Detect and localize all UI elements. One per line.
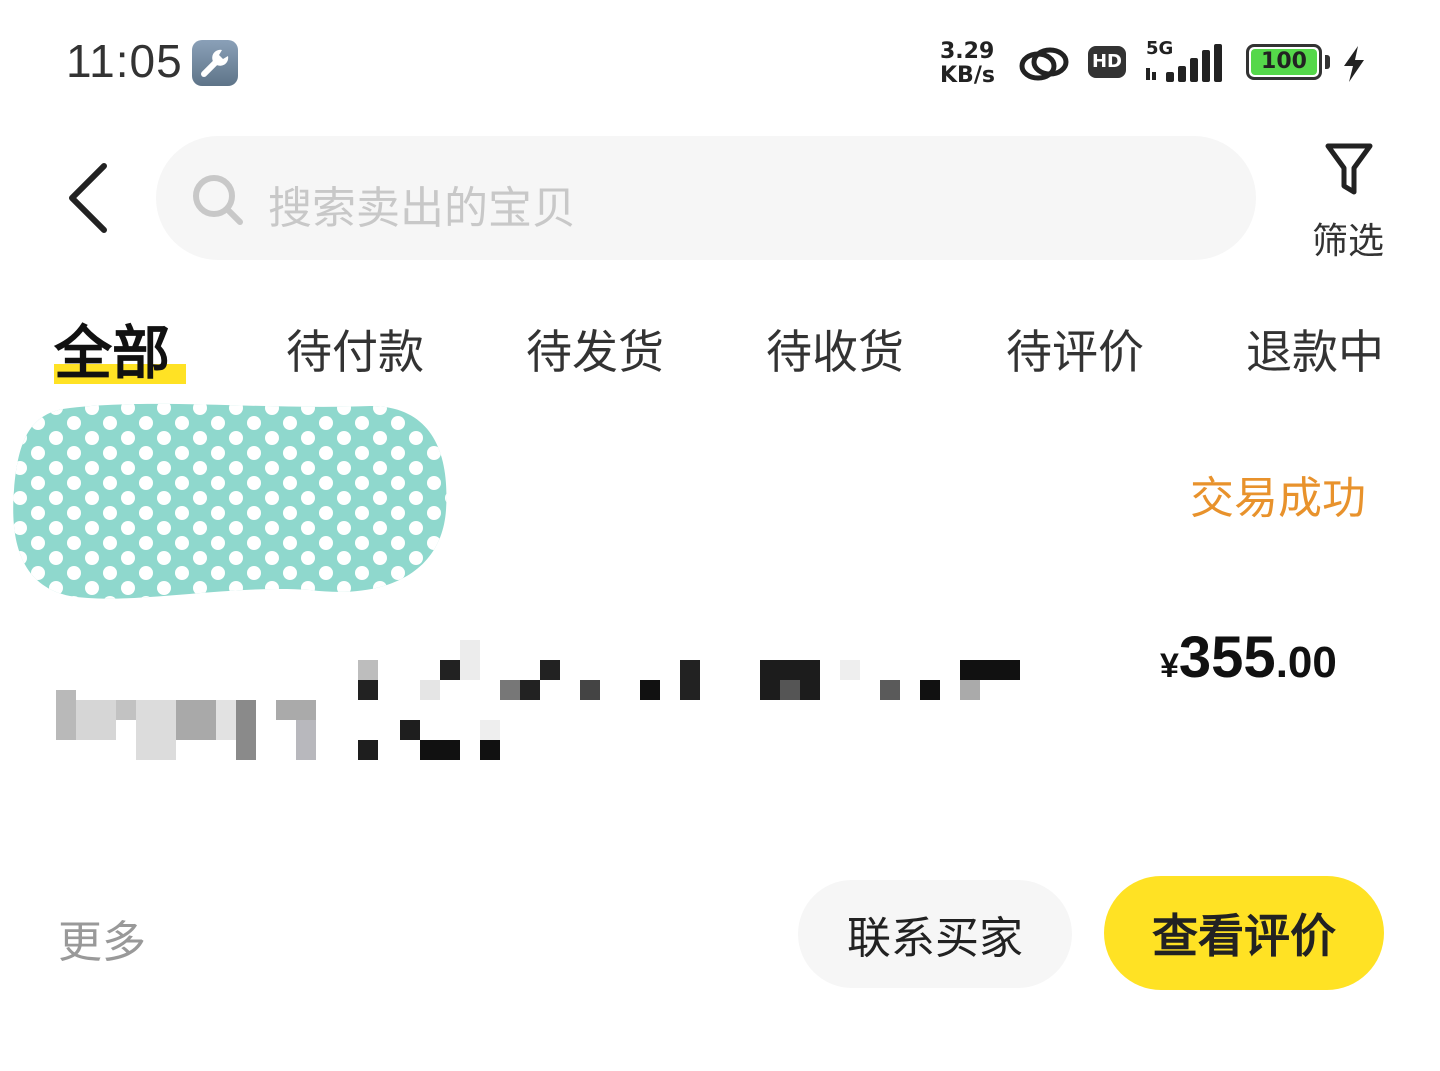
product-title[interactable] (358, 640, 1048, 760)
signal-icon (1146, 44, 1222, 82)
network-speed: 3.29 KB/s (940, 40, 1006, 88)
tab-pending-receipt[interactable]: 待收货 (766, 316, 904, 382)
tab-pending-shipment[interactable]: 待发货 (526, 316, 664, 382)
price-decimal: .00 (1275, 638, 1337, 687)
filter-icon[interactable] (1324, 142, 1374, 198)
redaction-mask (13, 403, 447, 599)
network-speed-unit: KB/s (940, 63, 995, 88)
view-review-button[interactable]: 查看评价 (1104, 876, 1384, 990)
filter-button[interactable]: 筛选 (1312, 212, 1384, 264)
wrench-icon (192, 40, 238, 86)
hd-icon: HD (1088, 46, 1126, 78)
product-thumbnail[interactable] (56, 680, 326, 760)
link-icon (1019, 47, 1069, 81)
price-integer: 355 (1178, 625, 1276, 690)
search-icon (193, 175, 243, 225)
price-symbol: ¥ (1160, 647, 1179, 685)
tab-all[interactable]: 全部 (54, 306, 170, 390)
tab-pending-payment[interactable]: 待付款 (286, 316, 424, 382)
tab-refunding[interactable]: 退款中 (1246, 316, 1384, 382)
network-speed-value: 3.29 (940, 39, 995, 64)
more-button[interactable]: 更多 (58, 906, 146, 970)
contact-buyer-button[interactable]: 联系买家 (798, 880, 1072, 988)
tab-pending-review[interactable]: 待评价 (1006, 316, 1144, 382)
status-time: 11:05 (66, 35, 183, 87)
order-status: 交易成功 (1190, 473, 1366, 524)
search-input[interactable]: 搜索卖出的宝贝 (268, 172, 576, 236)
battery-level: 100 (1251, 49, 1317, 75)
battery-icon: 100 (1246, 44, 1322, 80)
order-price: ¥355.00 (1160, 624, 1337, 691)
battery-tip (1325, 55, 1330, 69)
back-button[interactable] (62, 160, 114, 236)
charging-bolt-icon (1344, 46, 1364, 82)
